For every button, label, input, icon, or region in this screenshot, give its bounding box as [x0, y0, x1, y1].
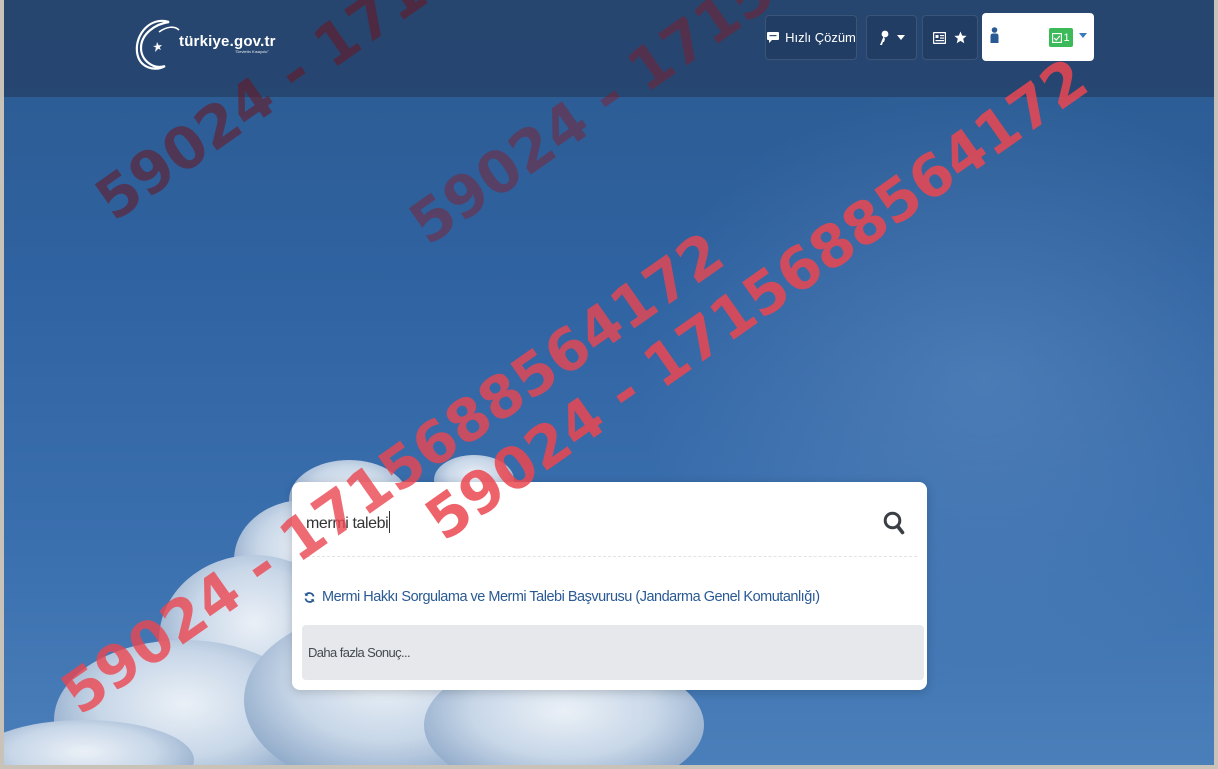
- id-card-favorites-button[interactable]: [922, 15, 978, 60]
- quick-solution-button[interactable]: Hızlı Çözüm: [765, 15, 857, 60]
- search-box: Mermi Hakkı Sorgulama ve Mermi Talebi Ba…: [292, 482, 927, 690]
- more-results-label: Daha fazla Sonuç...: [308, 645, 411, 660]
- login-key-button[interactable]: [866, 15, 917, 60]
- search-result-label: Mermi Hakkı Sorgulama ve Mermi Talebi Ba…: [322, 589, 820, 605]
- chevron-down-icon: [897, 34, 905, 40]
- more-results-button[interactable]: Daha fazla Sonuç...: [302, 625, 924, 680]
- checkbox-icon: [1052, 32, 1063, 43]
- message-badge[interactable]: 1: [1049, 28, 1073, 47]
- text-cursor: [389, 511, 391, 533]
- chat-icon: [767, 32, 780, 43]
- refresh-icon: [304, 591, 315, 603]
- divider: [302, 556, 917, 557]
- star-icon: [954, 31, 967, 44]
- user-icon: [990, 27, 999, 43]
- chevron-down-icon: [1079, 33, 1087, 38]
- message-count: 1: [1063, 31, 1070, 44]
- key-icon: [880, 30, 889, 45]
- search-button[interactable]: [879, 506, 909, 540]
- search-icon: [883, 511, 905, 535]
- logo-text: türkiye.gov.tr: [179, 32, 276, 50]
- user-menu-button[interactable]: 1: [982, 13, 1094, 61]
- crescent-star-icon: [135, 19, 180, 70]
- turkiye-gov-logo[interactable]: türkiye.gov.tr "Devletin Kısayolu": [129, 12, 329, 74]
- id-card-icon: [933, 31, 946, 44]
- search-result-item[interactable]: Mermi Hakkı Sorgulama ve Mermi Talebi Ba…: [304, 582, 904, 612]
- top-header: türkiye.gov.tr "Devletin Kısayolu" Hızlı…: [4, 0, 1214, 97]
- page-frame: türkiye.gov.tr "Devletin Kısayolu" Hızlı…: [4, 0, 1214, 765]
- logo-tagline: "Devletin Kısayolu": [235, 48, 269, 54]
- quick-solution-label: Hızlı Çözüm: [785, 30, 856, 45]
